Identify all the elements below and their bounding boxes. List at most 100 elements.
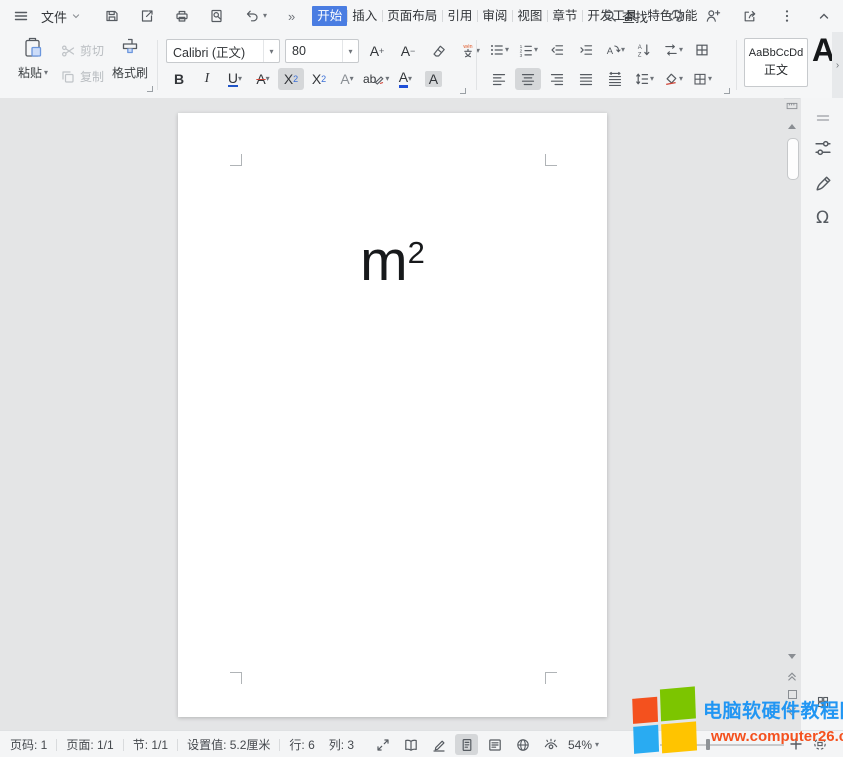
- file-menu-button[interactable]: 文件: [38, 4, 85, 28]
- cut-button[interactable]: 剪切: [60, 42, 104, 59]
- tab-home[interactable]: 开始: [312, 6, 347, 26]
- bullets-button[interactable]: ▾: [486, 39, 512, 61]
- tab-insert[interactable]: 插入: [347, 6, 382, 26]
- grow-font-button[interactable]: A+: [364, 40, 390, 62]
- align-center-button[interactable]: [515, 68, 541, 90]
- fullscreen-button[interactable]: [371, 734, 394, 755]
- font-group: Calibri (正文) ▾ 80 ▾ A+ A− wén ▾ B: [164, 32, 470, 98]
- status-setting-value: 设置值: 5.2厘米: [187, 736, 270, 753]
- save-button[interactable]: [101, 4, 123, 28]
- print-preview-button[interactable]: [206, 4, 228, 28]
- text-effects-button[interactable]: A▾: [334, 68, 360, 90]
- page-view-icon: [459, 737, 475, 753]
- sort-button[interactable]: AZ: [631, 39, 657, 61]
- increase-indent-button[interactable]: [573, 39, 599, 61]
- web-layout-button[interactable]: [511, 734, 534, 755]
- numbering-button[interactable]: 123 ▾: [515, 39, 541, 61]
- print-button[interactable]: [171, 4, 193, 28]
- decrease-indent-button[interactable]: [544, 39, 570, 61]
- character-shading-button[interactable]: A: [420, 68, 446, 90]
- tab-review[interactable]: 审阅: [477, 6, 512, 26]
- clear-format-button[interactable]: [426, 40, 452, 62]
- align-left-button[interactable]: [486, 68, 512, 90]
- outdent-icon: [549, 42, 565, 58]
- align-right-button[interactable]: [544, 68, 570, 90]
- copy-label: 复制: [80, 68, 104, 85]
- read-layout-button[interactable]: [399, 734, 422, 755]
- line-spacing-button[interactable]: ▾: [631, 68, 657, 90]
- pinyin-wen-icon: wén: [460, 43, 476, 59]
- document-page[interactable]: m2: [178, 113, 607, 717]
- write-mode-button[interactable]: [427, 734, 450, 755]
- hamburger-icon: [13, 8, 29, 24]
- format-painter-button[interactable]: 格式刷: [108, 36, 152, 81]
- copy-button[interactable]: 复制: [60, 68, 104, 85]
- strikethrough-button[interactable]: A▾: [250, 68, 276, 90]
- text-direction-button[interactable]: A ▾: [602, 39, 628, 61]
- font-name-select[interactable]: Calibri (正文) ▾: [166, 39, 280, 63]
- share-export-button[interactable]: [739, 4, 761, 28]
- tab-section[interactable]: 章节: [547, 6, 582, 26]
- eye-protection-button[interactable]: [539, 734, 562, 755]
- borders-icon: [692, 71, 708, 87]
- justify-button[interactable]: [573, 68, 599, 90]
- align-center-icon: [520, 71, 536, 87]
- italic-button[interactable]: I: [194, 68, 220, 90]
- show-formatting-marks-button[interactable]: ▾: [660, 39, 686, 61]
- up-arrow-icon: [788, 124, 796, 129]
- underline-button[interactable]: U▾: [222, 68, 248, 90]
- ruler-toggle-button[interactable]: [784, 100, 800, 112]
- highlight-color-button[interactable]: ab ▾: [362, 68, 390, 90]
- style-gallery-scroll[interactable]: ›: [832, 32, 843, 98]
- font-dialog-launcher-icon[interactable]: [460, 88, 466, 94]
- handle-icon: [815, 110, 831, 126]
- clipboard-dialog-launcher-icon[interactable]: [147, 86, 153, 92]
- layout-grid-button[interactable]: [689, 39, 715, 61]
- paste-button[interactable]: 粘贴▾: [10, 36, 56, 81]
- svg-text:A: A: [607, 46, 614, 57]
- tab-references[interactable]: 引用: [442, 6, 477, 26]
- font-size-select[interactable]: 80 ▾: [285, 39, 359, 63]
- symbol-panel-button[interactable]: Ω: [801, 210, 843, 227]
- paragraph-dialog-launcher-icon[interactable]: [724, 88, 730, 94]
- share-invite-button[interactable]: [702, 4, 724, 28]
- main-menu-button[interactable]: [10, 4, 32, 28]
- svg-text:A: A: [638, 45, 642, 51]
- scrollbar-thumb[interactable]: [787, 138, 799, 180]
- pinyin-guide-button[interactable]: wén ▾: [457, 40, 483, 62]
- outline-view-button[interactable]: [483, 734, 506, 755]
- bold-button[interactable]: B: [166, 68, 192, 90]
- font-color-button[interactable]: A▾: [392, 68, 418, 90]
- style-normal[interactable]: AaBbCcDd 正文: [744, 38, 808, 87]
- share-icon: [742, 8, 758, 24]
- right-tool-panel: Ω: [800, 98, 843, 730]
- distributed-align-button[interactable]: [602, 68, 628, 90]
- logo-red-square: [632, 697, 658, 724]
- borders-button[interactable]: ▾: [689, 68, 715, 90]
- panel-drag-handle[interactable]: [801, 110, 843, 126]
- export-pdf-button[interactable]: [136, 4, 158, 28]
- subscript-button[interactable]: X2: [306, 68, 332, 90]
- shading-button[interactable]: ▾: [660, 68, 686, 90]
- svg-text:Z: Z: [638, 52, 642, 58]
- tab-view[interactable]: 视图: [512, 6, 547, 26]
- more-commands-button[interactable]: »: [285, 4, 298, 28]
- search-button[interactable]: 查找: [602, 0, 648, 32]
- more-options-button[interactable]: [776, 4, 798, 28]
- collapse-ribbon-button[interactable]: [813, 4, 835, 28]
- undo-button[interactable]: ▾: [241, 4, 270, 28]
- book-icon: [403, 737, 419, 753]
- superscript-button[interactable]: X2: [278, 68, 304, 90]
- shrink-font-button[interactable]: A−: [395, 40, 421, 62]
- tab-page-layout[interactable]: 页面布局: [382, 6, 442, 26]
- scroll-up-button[interactable]: [784, 124, 800, 129]
- properties-panel-button[interactable]: [801, 138, 843, 158]
- previous-page-button[interactable]: [784, 670, 800, 682]
- pen-tool-panel-button[interactable]: [801, 174, 843, 194]
- document-text[interactable]: m2: [178, 229, 607, 295]
- justify-icon: [578, 71, 594, 87]
- scroll-down-button[interactable]: [784, 654, 800, 659]
- page-view-button[interactable]: [455, 734, 478, 755]
- zoom-level-button[interactable]: 54% ▾: [568, 731, 599, 757]
- cloud-sync-button[interactable]: [665, 4, 687, 28]
